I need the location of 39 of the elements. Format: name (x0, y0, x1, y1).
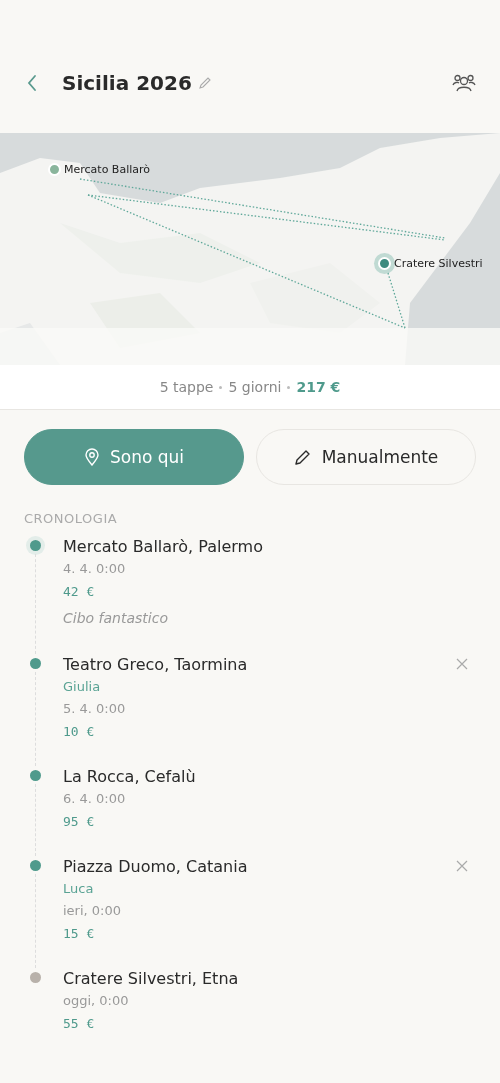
place-name[interactable]: La Rocca, Cefalù (63, 766, 476, 788)
pencil-icon (293, 448, 312, 466)
separator-dot-icon (287, 385, 291, 389)
cost-amount: 42 € (63, 583, 96, 601)
section-heading: CRONOLOGIA (23, 510, 119, 528)
cost-amount: 55 € (63, 1015, 96, 1033)
trip-title: Sicilia 2026 (62, 70, 192, 95)
timeline-dot-icon (30, 540, 41, 551)
stops-count: 5 tappe (159, 379, 214, 395)
note-text: Cibo fantastico (63, 609, 169, 628)
map-label: Cratere Silvestri (394, 257, 483, 270)
total-cost: 217 € (296, 379, 341, 395)
visit-date: 6. 4. 0:00 (63, 790, 127, 808)
separator-dot-icon (219, 385, 223, 389)
days-count: 5 giorni (228, 379, 282, 395)
place-name[interactable]: Cratere Silvestri, Etna (63, 968, 476, 990)
place-name[interactable]: Piazza Duomo, Catania (63, 856, 476, 878)
timeline-dot-icon (30, 972, 41, 983)
timeline-dot-icon (30, 770, 41, 781)
visit-date: oggi, 0:00 (63, 992, 130, 1010)
cost-amount: 10 € (63, 723, 96, 741)
cost-amount: 15 € (63, 925, 96, 943)
visit-date: ieri, 0:00 (63, 902, 123, 920)
map-label: Mercato Ballarò (64, 163, 151, 176)
pencil-icon[interactable] (197, 75, 212, 90)
visit-date: 5. 4. 0:00 (63, 700, 127, 718)
location-pin-icon (83, 448, 100, 466)
visit-date: 4. 4. 0:00 (63, 560, 127, 578)
cost-amount: 95 € (63, 813, 96, 831)
timeline-dot-icon (30, 658, 41, 669)
manual-entry-button[interactable]: Manualmente (256, 429, 476, 485)
close-button[interactable] (454, 858, 470, 874)
timeline-dot-icon (30, 860, 41, 871)
person-name: Luca (63, 880, 95, 898)
close-button[interactable] (454, 656, 470, 672)
place-name[interactable]: Mercato Ballarò, Palermo (63, 536, 476, 558)
place-name[interactable]: Teatro Greco, Taormina (63, 654, 476, 676)
group-icon[interactable] (452, 72, 476, 93)
person-name: Giulia (63, 678, 102, 696)
